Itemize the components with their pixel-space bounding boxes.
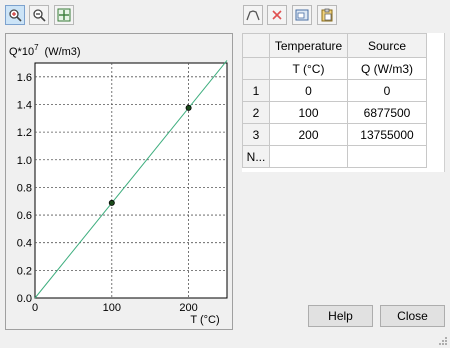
table-row[interactable]: 1 0 0: [242, 79, 427, 102]
x-tick-label: 0: [32, 302, 38, 314]
delete-button[interactable]: [267, 5, 287, 25]
close-button[interactable]: Close: [380, 305, 445, 327]
y-tick-label: 0.2: [17, 265, 32, 277]
fit-curve-icon: [246, 10, 260, 21]
cell-source[interactable]: 13755000: [347, 123, 427, 146]
fit-curve-button[interactable]: [243, 5, 263, 25]
chart-svg: 0 100 200 0.0 0.2 0.4 0.6 0.8 1.0 1.2 1.4 1.6 Q*107(…: [9, 43, 228, 326]
zoom-in-button[interactable]: [5, 5, 25, 25]
data-table: Temperature Source T (°C) Q (W/m3) 1 0 0…: [242, 33, 427, 168]
subheader-temperature-unit: T (°C): [269, 57, 348, 80]
header-source: Source: [347, 33, 427, 58]
cell-temperature[interactable]: 0: [269, 79, 348, 102]
fit-view-icon: [57, 8, 71, 22]
y-tick-label: 1.0: [17, 155, 32, 167]
import-icon: [295, 9, 309, 21]
fit-view-button[interactable]: [54, 5, 74, 25]
x-axis-label: T (°C): [190, 314, 219, 326]
new-cell-temperature[interactable]: [269, 145, 348, 168]
import-button[interactable]: [292, 5, 312, 25]
plot-panel[interactable]: 0 100 200 0.0 0.2 0.4 0.6 0.8 1.0 1.2 1.4 1.6 Q*107(…: [5, 33, 233, 330]
new-cell-source[interactable]: [347, 145, 427, 168]
resize-grip-icon[interactable]: [438, 336, 448, 346]
table-row[interactable]: 3 200 13755000: [242, 123, 427, 146]
data-point: [185, 104, 192, 111]
x-tick-label: 100: [103, 302, 121, 314]
y-tick-label: 1.4: [17, 99, 32, 111]
y-tick-label: 0.6: [17, 210, 32, 222]
header-temperature: Temperature: [269, 33, 348, 58]
corner-cell: [242, 33, 270, 58]
row-header[interactable]: 3: [242, 123, 270, 146]
zoom-out-icon: [33, 9, 46, 22]
table-row[interactable]: 2 100 6877500: [242, 101, 427, 124]
corner-cell-2: [242, 57, 270, 80]
zoom-in-icon: [9, 9, 22, 22]
paste-icon: [321, 8, 333, 22]
y-axis-label: Q*107 (W/m3): [9, 43, 81, 58]
row-header[interactable]: 1: [242, 79, 270, 102]
zoom-out-button[interactable]: [29, 5, 49, 25]
paste-button[interactable]: [317, 5, 337, 25]
x-tick-label: 200: [179, 302, 197, 314]
help-button[interactable]: Help: [308, 305, 373, 327]
subheader-source-unit: Q (W/m3): [347, 57, 427, 80]
y-tick-label: 1.6: [17, 72, 32, 84]
data-table-panel: Temperature Source T (°C) Q (W/m3) 1 0 0…: [242, 33, 445, 172]
cell-temperature[interactable]: 100: [269, 101, 348, 124]
row-header[interactable]: 2: [242, 101, 270, 124]
cell-source[interactable]: 0: [347, 79, 427, 102]
data-point: [108, 199, 115, 206]
cell-source[interactable]: 6877500: [347, 101, 427, 124]
y-tick-label: 0.4: [17, 238, 32, 250]
y-tick-label: 0.0: [17, 293, 32, 305]
cell-temperature[interactable]: 200: [269, 123, 348, 146]
new-row-header[interactable]: N...: [242, 145, 270, 168]
delete-icon: [272, 10, 282, 20]
new-row[interactable]: N...: [242, 145, 427, 168]
y-tick-label: 1.2: [17, 127, 32, 139]
y-tick-label: 0.8: [17, 182, 32, 194]
